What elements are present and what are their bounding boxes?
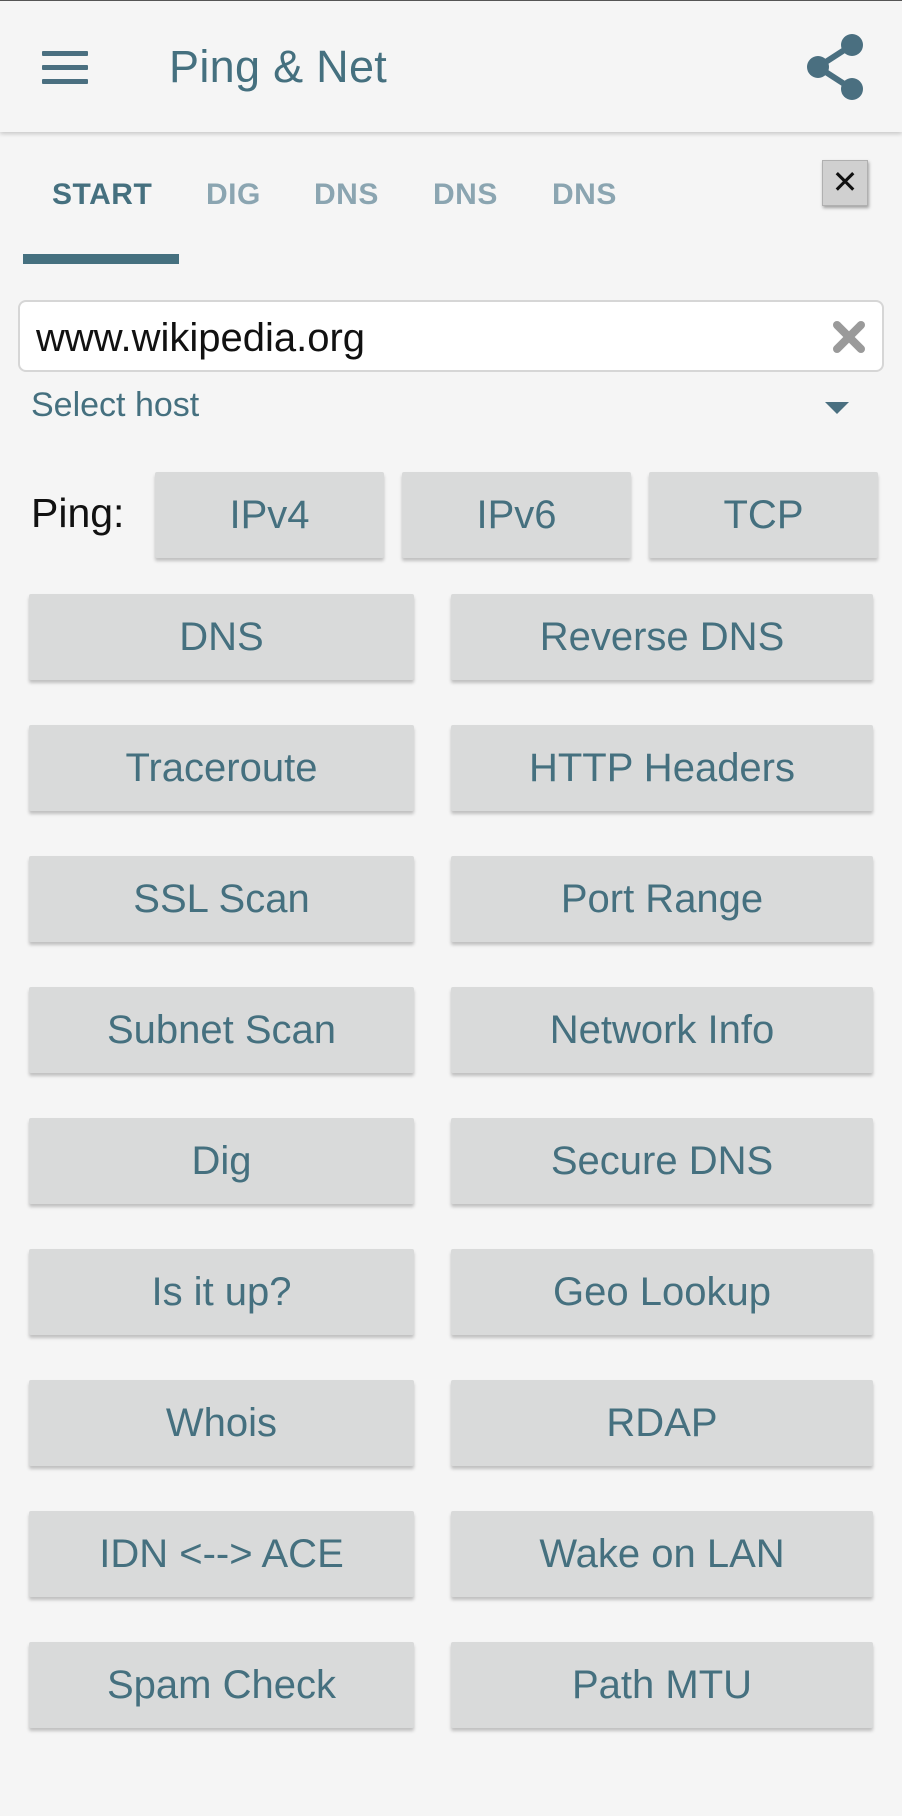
host-input[interactable] xyxy=(36,316,816,361)
traceroute-button[interactable]: Traceroute xyxy=(29,725,414,811)
rdap-button[interactable]: RDAP xyxy=(451,1380,873,1466)
network-info-button[interactable]: Network Info xyxy=(451,987,873,1073)
share-icon[interactable] xyxy=(804,33,866,101)
ping-tcp-button[interactable]: TCP xyxy=(649,472,878,558)
subnet-scan-button[interactable]: Subnet Scan xyxy=(29,987,414,1073)
tab-dns-2[interactable]: DNS xyxy=(433,178,498,212)
spam-check-button[interactable]: Spam Check xyxy=(29,1642,414,1728)
screen: Ping & Net START DIG DNS DNS DNS ✕ Selec… xyxy=(0,0,902,1816)
select-host-dropdown[interactable]: Select host xyxy=(31,386,861,430)
close-icon: ✕ xyxy=(831,164,859,200)
whois-button[interactable]: Whois xyxy=(29,1380,414,1466)
app-title: Ping & Net xyxy=(169,41,388,92)
idn-ace-button[interactable]: IDN <--> ACE xyxy=(29,1511,414,1597)
tab-start[interactable]: START xyxy=(52,178,152,212)
reverse-dns-button[interactable]: Reverse DNS xyxy=(451,594,873,680)
path-mtu-button[interactable]: Path MTU xyxy=(451,1642,873,1728)
ping-ipv4-button[interactable]: IPv4 xyxy=(155,472,384,558)
secure-dns-button[interactable]: Secure DNS xyxy=(451,1118,873,1204)
close-tab-button[interactable]: ✕ xyxy=(822,160,868,206)
active-tab-indicator xyxy=(23,254,179,264)
wake-on-lan-button[interactable]: Wake on LAN xyxy=(451,1511,873,1597)
dropdown-arrow-icon xyxy=(825,402,849,414)
select-host-label: Select host xyxy=(31,386,200,424)
dns-button[interactable]: DNS xyxy=(29,594,414,680)
http-headers-button[interactable]: HTTP Headers xyxy=(451,725,873,811)
tab-dig[interactable]: DIG xyxy=(206,178,261,212)
dig-button[interactable]: Dig xyxy=(29,1118,414,1204)
port-range-button[interactable]: Port Range xyxy=(451,856,873,942)
is-it-up-button[interactable]: Is it up? xyxy=(29,1249,414,1335)
tab-bar: START DIG DNS DNS DNS xyxy=(0,150,902,270)
ping-ipv6-button[interactable]: IPv6 xyxy=(402,472,631,558)
host-field[interactable] xyxy=(18,300,884,372)
ssl-scan-button[interactable]: SSL Scan xyxy=(29,856,414,942)
geo-lookup-button[interactable]: Geo Lookup xyxy=(451,1249,873,1335)
app-bar: Ping & Net xyxy=(0,0,902,132)
tab-dns-1[interactable]: DNS xyxy=(314,178,379,212)
clear-input-icon[interactable] xyxy=(832,320,866,354)
hamburger-menu-icon[interactable] xyxy=(42,51,88,85)
ping-label: Ping: xyxy=(31,490,125,536)
tab-dns-3[interactable]: DNS xyxy=(552,178,617,212)
